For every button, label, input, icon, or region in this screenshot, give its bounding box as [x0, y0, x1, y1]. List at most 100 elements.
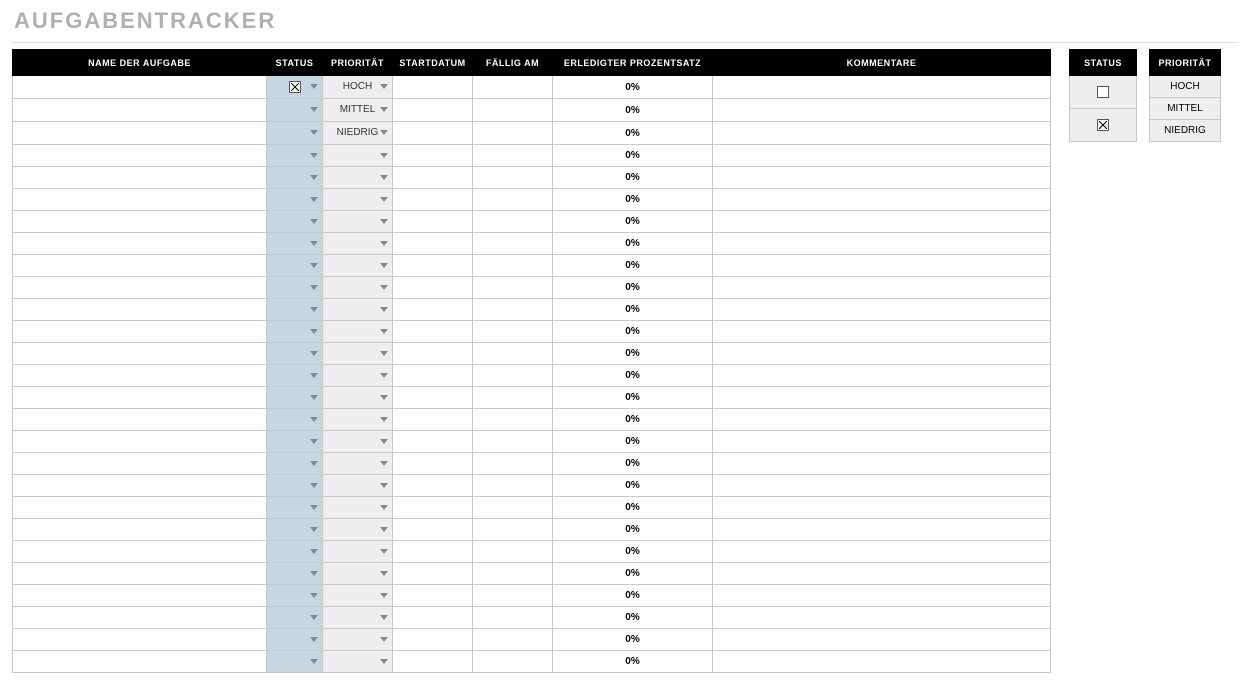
- percent-done-cell[interactable]: 0%: [553, 475, 713, 497]
- due-date-cell[interactable]: [473, 167, 553, 189]
- status-dropdown[interactable]: [267, 189, 323, 211]
- start-date-cell[interactable]: [393, 585, 473, 607]
- percent-done-cell[interactable]: 0%: [553, 277, 713, 299]
- priority-dropdown[interactable]: [323, 651, 393, 673]
- comments-cell[interactable]: [713, 167, 1051, 189]
- percent-done-cell[interactable]: 0%: [553, 321, 713, 343]
- status-dropdown[interactable]: [267, 122, 323, 145]
- percent-done-cell[interactable]: 0%: [553, 629, 713, 651]
- due-date-cell[interactable]: [473, 387, 553, 409]
- priority-dropdown[interactable]: [323, 563, 393, 585]
- start-date-cell[interactable]: [393, 497, 473, 519]
- start-date-cell[interactable]: [393, 431, 473, 453]
- due-date-cell[interactable]: [473, 497, 553, 519]
- status-dropdown[interactable]: [267, 409, 323, 431]
- status-dropdown[interactable]: [267, 607, 323, 629]
- start-date-cell[interactable]: [393, 277, 473, 299]
- start-date-cell[interactable]: [393, 145, 473, 167]
- status-dropdown[interactable]: [267, 145, 323, 167]
- due-date-cell[interactable]: [473, 145, 553, 167]
- task-name-cell[interactable]: [13, 99, 267, 122]
- status-dropdown[interactable]: [267, 321, 323, 343]
- priority-dropdown[interactable]: [323, 431, 393, 453]
- percent-done-cell[interactable]: 0%: [553, 122, 713, 145]
- percent-done-cell[interactable]: 0%: [553, 563, 713, 585]
- priority-dropdown[interactable]: [323, 475, 393, 497]
- priority-dropdown[interactable]: [323, 343, 393, 365]
- task-name-cell[interactable]: [13, 189, 267, 211]
- status-dropdown[interactable]: [267, 497, 323, 519]
- status-dropdown[interactable]: [267, 343, 323, 365]
- percent-done-cell[interactable]: 0%: [553, 365, 713, 387]
- task-name-cell[interactable]: [13, 321, 267, 343]
- task-name-cell[interactable]: [13, 629, 267, 651]
- start-date-cell[interactable]: [393, 343, 473, 365]
- percent-done-cell[interactable]: 0%: [553, 211, 713, 233]
- comments-cell[interactable]: [713, 211, 1051, 233]
- start-date-cell[interactable]: [393, 387, 473, 409]
- due-date-cell[interactable]: [473, 321, 553, 343]
- task-name-cell[interactable]: [13, 409, 267, 431]
- percent-done-cell[interactable]: 0%: [553, 607, 713, 629]
- start-date-cell[interactable]: [393, 475, 473, 497]
- task-name-cell[interactable]: [13, 607, 267, 629]
- priority-dropdown[interactable]: [323, 607, 393, 629]
- comments-cell[interactable]: [713, 255, 1051, 277]
- percent-done-cell[interactable]: 0%: [553, 343, 713, 365]
- comments-cell[interactable]: [713, 629, 1051, 651]
- comments-cell[interactable]: [713, 343, 1051, 365]
- status-dropdown[interactable]: [267, 99, 323, 122]
- percent-done-cell[interactable]: 0%: [553, 233, 713, 255]
- comments-cell[interactable]: [713, 497, 1051, 519]
- status-dropdown[interactable]: [267, 277, 323, 299]
- task-name-cell[interactable]: [13, 585, 267, 607]
- task-name-cell[interactable]: [13, 431, 267, 453]
- percent-done-cell[interactable]: 0%: [553, 497, 713, 519]
- task-name-cell[interactable]: [13, 211, 267, 233]
- status-dropdown[interactable]: [267, 255, 323, 277]
- status-dropdown[interactable]: [267, 299, 323, 321]
- status-dropdown[interactable]: [267, 387, 323, 409]
- due-date-cell[interactable]: [473, 651, 553, 673]
- due-date-cell[interactable]: [473, 299, 553, 321]
- start-date-cell[interactable]: [393, 453, 473, 475]
- task-name-cell[interactable]: [13, 519, 267, 541]
- due-date-cell[interactable]: [473, 99, 553, 122]
- comments-cell[interactable]: [713, 409, 1051, 431]
- status-dropdown[interactable]: [267, 365, 323, 387]
- status-dropdown[interactable]: [267, 629, 323, 651]
- task-name-cell[interactable]: [13, 387, 267, 409]
- priority-dropdown[interactable]: [323, 387, 393, 409]
- priority-dropdown[interactable]: NIEDRIG: [323, 122, 393, 145]
- percent-done-cell[interactable]: 0%: [553, 387, 713, 409]
- comments-cell[interactable]: [713, 585, 1051, 607]
- start-date-cell[interactable]: [393, 541, 473, 563]
- start-date-cell[interactable]: [393, 629, 473, 651]
- task-name-cell[interactable]: [13, 122, 267, 145]
- task-name-cell[interactable]: [13, 167, 267, 189]
- start-date-cell[interactable]: [393, 607, 473, 629]
- due-date-cell[interactable]: [473, 475, 553, 497]
- start-date-cell[interactable]: [393, 365, 473, 387]
- task-name-cell[interactable]: [13, 475, 267, 497]
- percent-done-cell[interactable]: 0%: [553, 585, 713, 607]
- priority-dropdown[interactable]: [323, 189, 393, 211]
- task-name-cell[interactable]: [13, 299, 267, 321]
- percent-done-cell[interactable]: 0%: [553, 99, 713, 122]
- start-date-cell[interactable]: [393, 519, 473, 541]
- task-name-cell[interactable]: [13, 365, 267, 387]
- priority-dropdown[interactable]: [323, 453, 393, 475]
- percent-done-cell[interactable]: 0%: [553, 255, 713, 277]
- comments-cell[interactable]: [713, 189, 1051, 211]
- percent-done-cell[interactable]: 0%: [553, 651, 713, 673]
- due-date-cell[interactable]: [473, 607, 553, 629]
- status-dropdown[interactable]: [267, 541, 323, 563]
- start-date-cell[interactable]: [393, 255, 473, 277]
- status-dropdown[interactable]: [267, 167, 323, 189]
- start-date-cell[interactable]: [393, 299, 473, 321]
- start-date-cell[interactable]: [393, 233, 473, 255]
- task-name-cell[interactable]: [13, 541, 267, 563]
- percent-done-cell[interactable]: 0%: [553, 299, 713, 321]
- task-name-cell[interactable]: [13, 497, 267, 519]
- priority-dropdown[interactable]: [323, 211, 393, 233]
